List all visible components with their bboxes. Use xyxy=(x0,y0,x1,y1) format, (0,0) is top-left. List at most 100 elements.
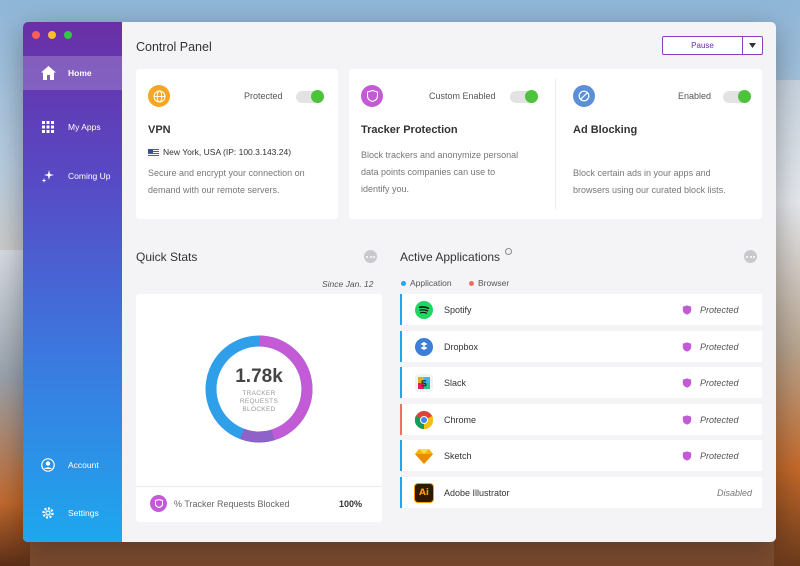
sidebar-item-home[interactable]: Home xyxy=(23,56,122,90)
sketch-icon xyxy=(414,446,434,466)
more-icon[interactable] xyxy=(364,250,377,263)
app-name: Adobe Illustrator xyxy=(444,487,510,498)
ads-description-line: Block certain ads in your apps and xyxy=(573,168,711,178)
spotify-icon xyxy=(414,300,434,320)
shield-icon xyxy=(150,495,167,512)
chevron-down-icon[interactable] xyxy=(743,37,762,54)
blocked-count: 1.78k xyxy=(235,366,283,387)
close-window-button[interactable] xyxy=(32,31,40,39)
tracker-blocked-percent: 100% xyxy=(339,499,363,509)
window-controls xyxy=(32,31,72,39)
app-status: Protected xyxy=(700,304,739,315)
app-row-dropbox[interactable]: Dropbox Protected xyxy=(400,331,762,362)
tracker-toggle[interactable] xyxy=(510,90,538,103)
minimize-window-button[interactable] xyxy=(48,31,56,39)
sidebar-item-my-apps[interactable]: My Apps xyxy=(23,110,122,144)
app-row-spotify[interactable]: Spotify Protected xyxy=(400,294,762,325)
vpn-description-line: Secure and encrypt your connection on xyxy=(148,168,305,178)
tracker-description-line: Block trackers and anonymize personal xyxy=(361,150,519,160)
app-name: Sketch xyxy=(444,450,472,461)
home-icon xyxy=(40,65,56,81)
info-icon[interactable] xyxy=(505,248,512,255)
grid-icon xyxy=(40,119,56,135)
shield-icon xyxy=(682,414,692,425)
more-icon[interactable] xyxy=(744,250,757,263)
app-row-adobe-illustrator[interactable]: Ai Adobe Illustrator Disabled xyxy=(400,477,762,508)
app-name: Spotify xyxy=(444,304,472,315)
app-window: Home My Apps Coming Up Account Settings … xyxy=(23,22,776,542)
gear-icon xyxy=(40,505,56,521)
divider xyxy=(555,79,556,209)
app-row-slack[interactable]: S Slack Protected xyxy=(400,367,762,398)
vpn-card: Protected VPN New York, USA (IP: 100.3.1… xyxy=(136,69,338,219)
blocked-caption-line: REQUESTS xyxy=(239,398,279,405)
ads-toggle[interactable] xyxy=(723,90,751,103)
slack-icon: S xyxy=(414,373,434,393)
dropbox-icon xyxy=(414,337,434,357)
divider xyxy=(136,486,382,487)
blocked-caption: TRACKER REQUESTS BLOCKED xyxy=(204,390,314,414)
quick-stats-card: 1.78k TRACKER REQUESTS BLOCKED % Tracker… xyxy=(136,294,382,522)
main-panel: Control Panel Pause Protected VPN New Yo… xyxy=(122,22,776,542)
vpn-status: Protected xyxy=(244,91,283,101)
sidebar-item-coming-up[interactable]: Coming Up xyxy=(23,159,122,193)
app-name: Dropbox xyxy=(444,341,479,352)
app-row-chrome[interactable]: Chrome Protected xyxy=(400,404,762,435)
app-status: Protected xyxy=(700,414,739,425)
ads-title: Ad Blocking xyxy=(573,124,638,136)
vpn-location-text: New York, USA (IP: 100.3.143.24) xyxy=(163,147,292,157)
page-title: Control Panel xyxy=(136,40,212,54)
vpn-title: VPN xyxy=(148,124,171,136)
us-flag-icon xyxy=(148,148,159,156)
sidebar-item-settings[interactable]: Settings xyxy=(23,496,122,530)
tracker-title: Tracker Protection xyxy=(361,124,458,136)
vpn-description: Secure and encrypt your connection on de… xyxy=(148,165,305,199)
globe-icon xyxy=(148,85,170,107)
sparkle-icon xyxy=(40,168,56,184)
features-card: Custom Enabled Tracker Protection Block … xyxy=(349,69,762,219)
chrome-icon xyxy=(414,410,434,430)
app-name: Chrome xyxy=(444,414,477,425)
vpn-toggle[interactable] xyxy=(296,90,324,103)
app-status: Disabled xyxy=(716,487,752,498)
tracker-donut-chart xyxy=(205,335,313,443)
legend-label: Application xyxy=(410,278,452,288)
sidebar-item-label: My Apps xyxy=(68,122,101,132)
svg-text:S: S xyxy=(421,379,427,389)
app-name: Slack xyxy=(444,377,467,388)
tracker-blocked-label: % Tracker Requests Blocked xyxy=(174,499,290,509)
tracker-description: Block trackers and anonymize personal da… xyxy=(361,147,518,198)
shield-icon xyxy=(682,304,692,315)
ads-description: Block certain ads in your apps and brows… xyxy=(573,165,726,199)
tracker-description-line: data points companies can use to xyxy=(361,167,496,177)
blocked-caption-line: TRACKER xyxy=(242,390,276,397)
account-icon xyxy=(40,457,56,473)
app-row-sketch[interactable]: Sketch Protected xyxy=(400,440,762,471)
desktop-background-right xyxy=(774,80,800,566)
tracker-status: Custom Enabled xyxy=(429,91,496,101)
sidebar: Home My Apps Coming Up Account Settings xyxy=(23,22,122,542)
sidebar-item-label: Home xyxy=(68,68,92,78)
legend-application: Application xyxy=(401,278,452,288)
ads-description-line: browsers using our curated block lists. xyxy=(573,185,726,195)
pause-button[interactable]: Pause xyxy=(662,36,763,55)
ads-status: Enabled xyxy=(678,91,712,101)
shield-icon xyxy=(682,377,692,388)
sidebar-item-label: Coming Up xyxy=(68,171,111,181)
vpn-description-line: demand with our remote servers. xyxy=(148,185,280,195)
illustrator-icon: Ai xyxy=(414,482,434,503)
legend-label: Browser xyxy=(478,278,510,288)
quick-stats-title: Quick Stats xyxy=(136,250,198,264)
zoom-window-button[interactable] xyxy=(64,31,72,39)
shield-icon xyxy=(682,450,692,461)
tracker-description-line: identify you. xyxy=(361,184,410,194)
sidebar-item-label: Settings xyxy=(68,508,99,518)
blocked-caption-line: BLOCKED xyxy=(242,406,276,413)
pause-label[interactable]: Pause xyxy=(663,37,743,54)
app-status: Protected xyxy=(700,450,739,461)
vpn-location: New York, USA (IP: 100.3.143.24) xyxy=(148,147,291,157)
block-icon xyxy=(573,85,595,107)
sidebar-item-account[interactable]: Account xyxy=(23,448,122,482)
app-status: Protected xyxy=(700,377,739,388)
shield-icon xyxy=(361,85,383,107)
